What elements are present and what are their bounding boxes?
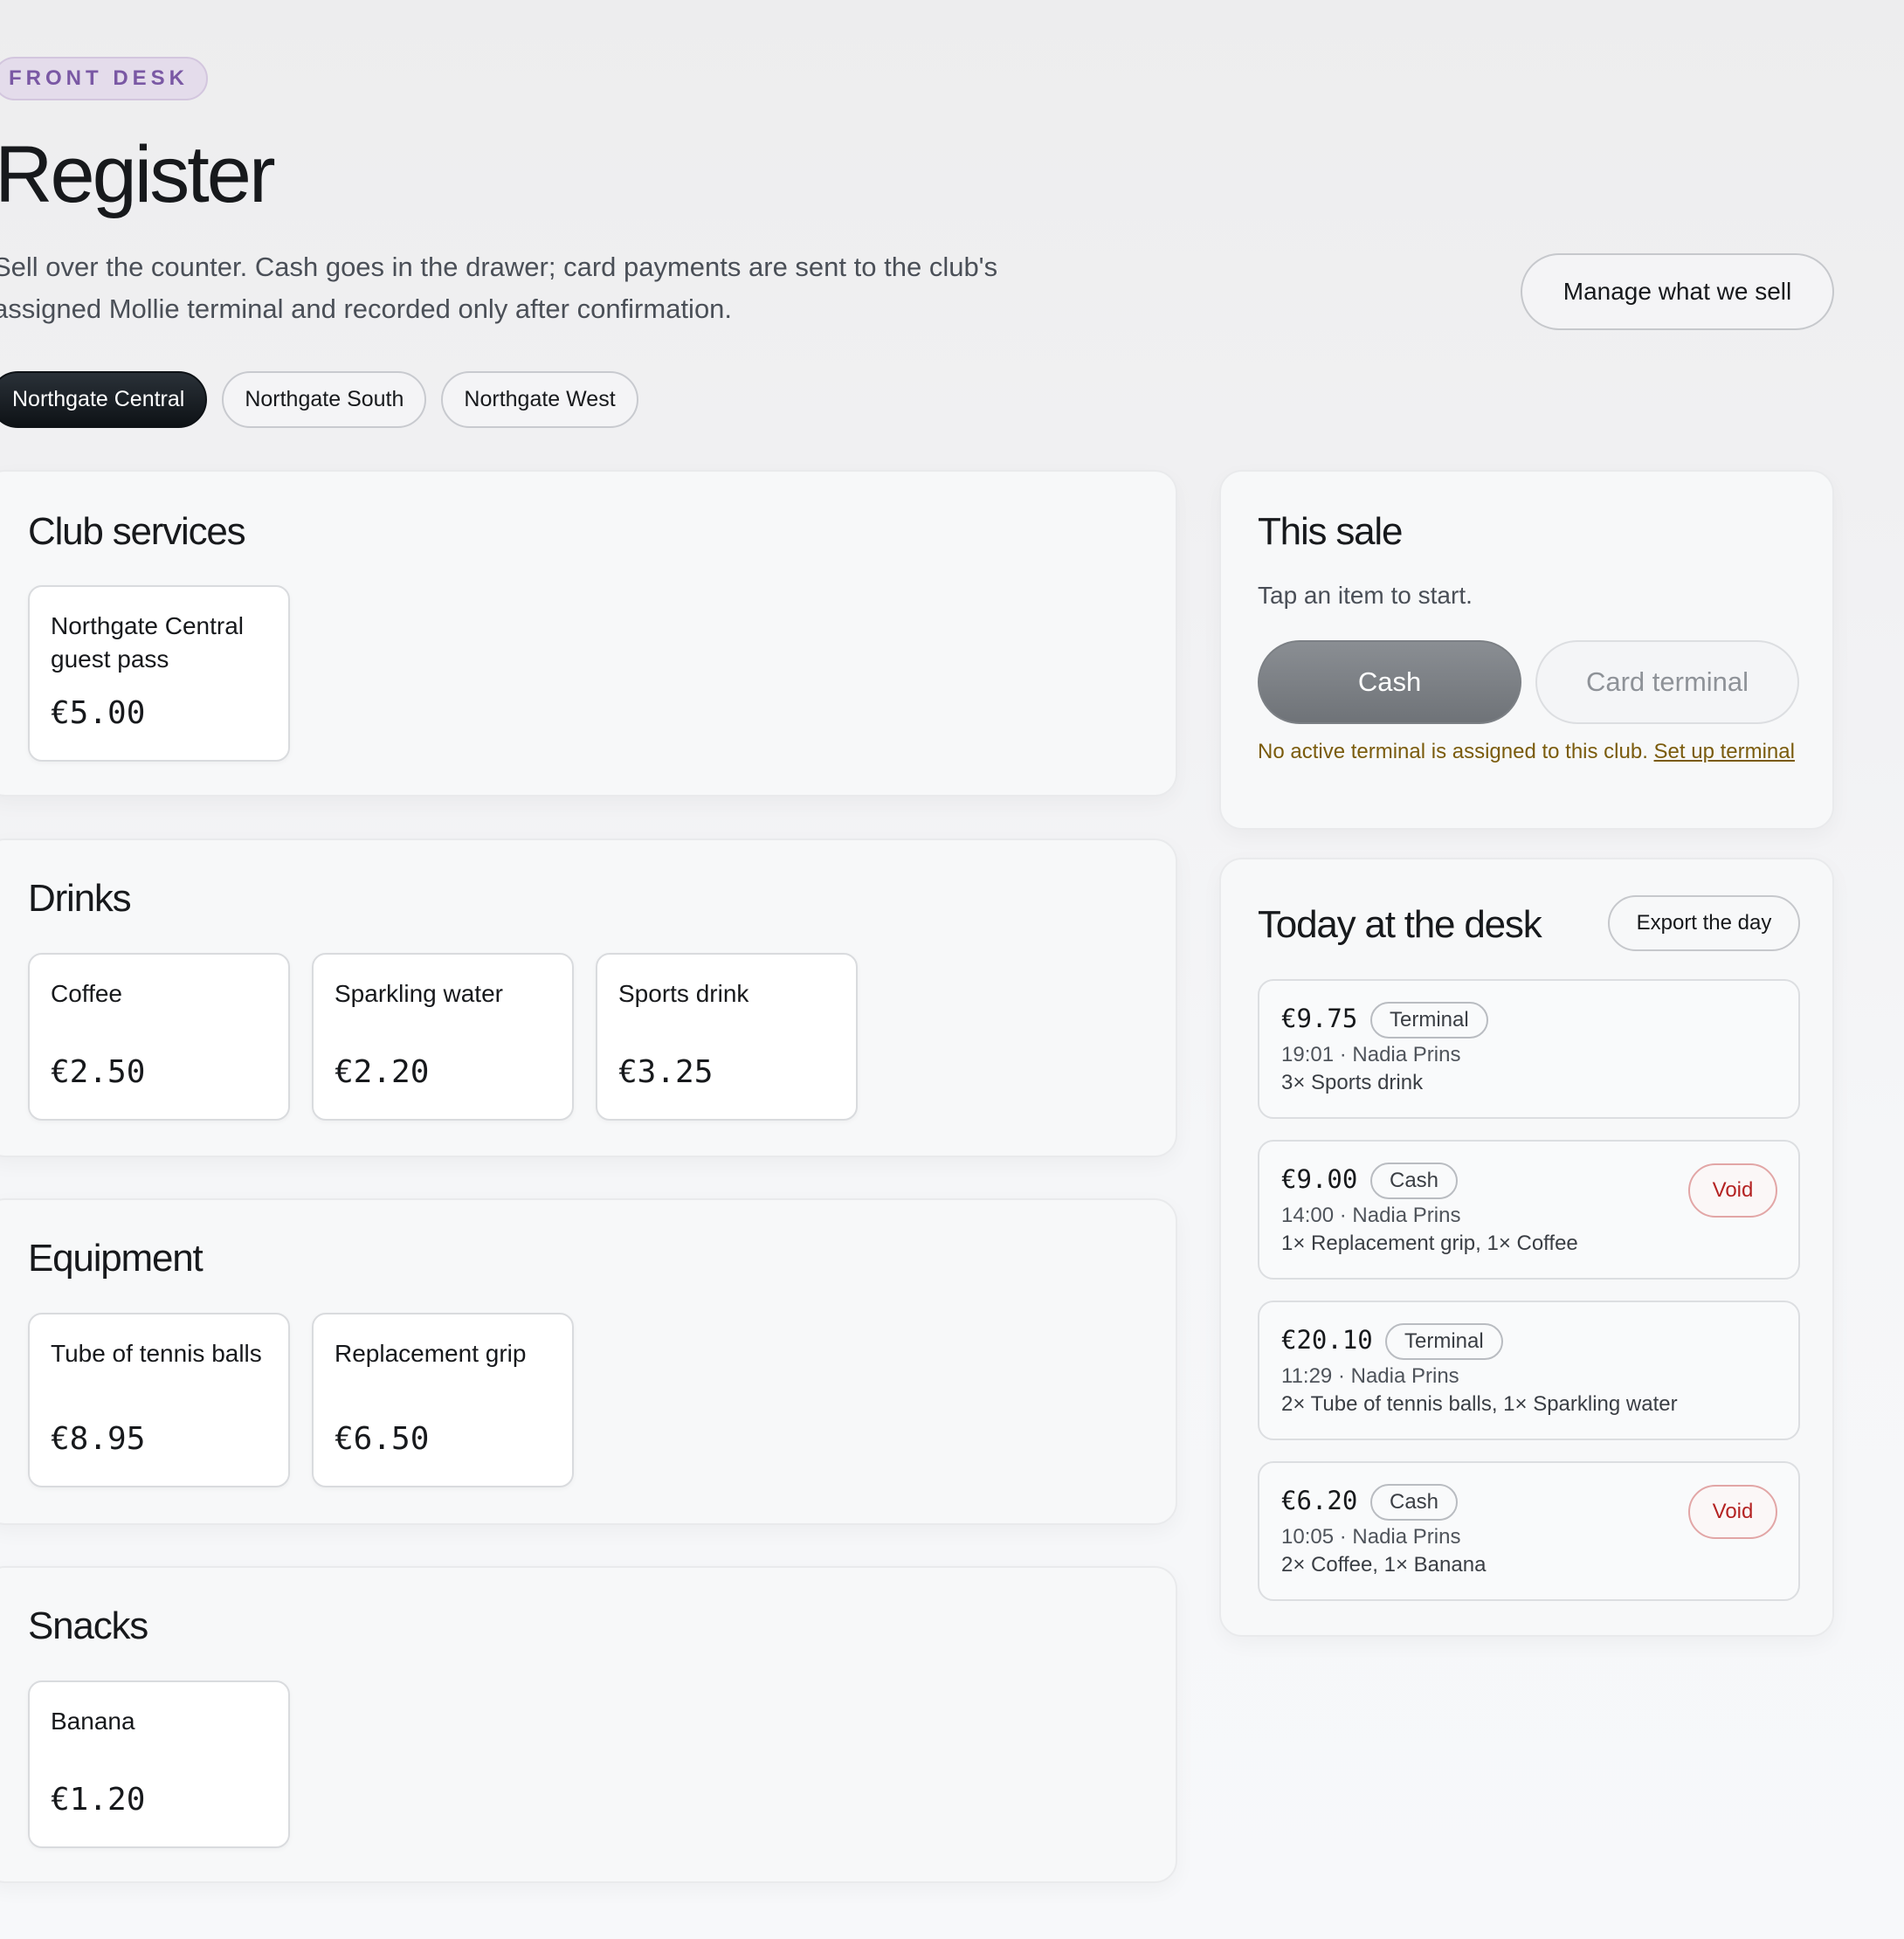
product-price: €8.95 — [51, 1421, 146, 1457]
product-card[interactable]: Northgate Central guest pass €5.00 — [28, 585, 290, 762]
catalog-section-club-services: Club services Northgate Central guest pa… — [0, 470, 1177, 797]
transaction-items: 2× Tube of tennis balls, 1× Sparkling wa… — [1281, 1392, 1678, 1416]
product-price: €2.50 — [51, 1054, 146, 1090]
section-title: Club services — [28, 510, 246, 553]
page-title: Register — [0, 130, 276, 219]
sale-empty-hint: Tap an item to start. — [1258, 582, 1473, 609]
pay-card-terminal-button[interactable]: Card terminal — [1535, 640, 1799, 724]
export-day-button[interactable]: Export the day — [1608, 895, 1800, 951]
transaction-meta: 14:00 · Nadia Prins — [1281, 1204, 1461, 1227]
payment-method-badge: Terminal — [1385, 1323, 1503, 1360]
transaction-amount: €6.20 — [1281, 1486, 1358, 1515]
setup-terminal-link[interactable]: Set up terminal — [1654, 740, 1795, 763]
transaction-amount: €9.00 — [1281, 1164, 1358, 1194]
product-price: €2.20 — [335, 1054, 430, 1090]
product-name: Sparkling water — [335, 980, 503, 1007]
section-title: Snacks — [28, 1604, 148, 1647]
catalog-section-drinks: Drinks Coffee €2.50 Sparkling water €2.2… — [0, 838, 1177, 1157]
transaction-items: 2× Coffee, 1× Banana — [1281, 1553, 1487, 1577]
club-tab-northgate-west[interactable]: Northgate West — [441, 371, 638, 428]
transaction-card: €9.00 Cash 14:00 · Nadia Prins 1× Replac… — [1258, 1140, 1800, 1280]
product-name: Banana — [51, 1708, 135, 1735]
product-price: €3.25 — [618, 1054, 714, 1090]
product-name: Sports drink — [618, 980, 749, 1007]
today-at-desk-panel: Today at the desk Export the day €9.75 T… — [1219, 858, 1834, 1637]
club-tab-northgate-central[interactable]: Northgate Central — [0, 371, 208, 428]
product-name: Replacement grip — [335, 1340, 527, 1367]
manage-products-button[interactable]: Manage what we sell — [1521, 253, 1834, 330]
transaction-meta: 19:01 · Nadia Prins — [1281, 1043, 1461, 1066]
product-card[interactable]: Banana €1.20 — [28, 1680, 290, 1848]
section-eyebrow-badge: FRONT DESK — [0, 57, 208, 100]
product-name: Tube of tennis balls — [51, 1340, 262, 1367]
club-selector: Northgate Central Northgate South Northg… — [0, 371, 638, 428]
product-name: Coffee — [51, 980, 122, 1007]
section-title: Drinks — [28, 877, 132, 920]
product-card[interactable]: Sports drink €3.25 — [596, 953, 858, 1121]
today-title: Today at the desk — [1258, 903, 1542, 946]
page-intro: Sell over the counter. Cash goes in the … — [0, 252, 998, 324]
current-sale-panel: This sale Tap an item to start. Cash Car… — [1219, 470, 1834, 830]
transaction-card: €9.75 Terminal 19:01 · Nadia Prins 3× Sp… — [1258, 979, 1800, 1119]
transaction-meta: 11:29 · Nadia Prins — [1281, 1364, 1459, 1388]
product-card[interactable]: Replacement grip €6.50 — [312, 1313, 574, 1487]
transaction-items: 3× Sports drink — [1281, 1071, 1424, 1094]
payment-method-badge: Cash — [1370, 1484, 1459, 1521]
void-transaction-button[interactable]: Void — [1688, 1485, 1777, 1539]
sale-title: This sale — [1258, 510, 1403, 553]
section-title: Equipment — [28, 1237, 204, 1280]
club-tab-northgate-south[interactable]: Northgate South — [222, 371, 427, 428]
transaction-items: 1× Replacement grip, 1× Coffee — [1281, 1232, 1578, 1255]
transaction-card: €20.10 Terminal 11:29 · Nadia Prins 2× T… — [1258, 1301, 1800, 1440]
product-price: €5.00 — [51, 695, 146, 731]
product-card[interactable]: Sparkling water €2.20 — [312, 953, 574, 1121]
product-card[interactable]: Coffee €2.50 — [28, 953, 290, 1121]
transaction-meta: 10:05 · Nadia Prins — [1281, 1525, 1461, 1549]
product-card[interactable]: Tube of tennis balls €8.95 — [28, 1313, 290, 1487]
transaction-card: €6.20 Cash 10:05 · Nadia Prins 2× Coffee… — [1258, 1461, 1800, 1601]
product-price: €6.50 — [335, 1421, 430, 1457]
catalog-section-snacks: Snacks Banana €1.20 — [0, 1566, 1177, 1883]
terminal-warning-text: No active terminal is assigned to this c… — [1258, 740, 1648, 763]
product-name: Northgate Central guest pass — [51, 612, 245, 673]
catalog-section-equipment: Equipment Tube of tennis balls €8.95 Rep… — [0, 1198, 1177, 1525]
product-price: €1.20 — [51, 1782, 146, 1818]
payment-method-badge: Cash — [1370, 1163, 1459, 1199]
terminal-warning: No active terminal is assigned to this c… — [1258, 737, 1799, 766]
pay-cash-button[interactable]: Cash — [1258, 640, 1521, 724]
payment-method-badge: Terminal — [1370, 1002, 1488, 1039]
void-transaction-button[interactable]: Void — [1688, 1163, 1777, 1218]
transaction-amount: €20.10 — [1281, 1325, 1373, 1355]
transaction-amount: €9.75 — [1281, 1004, 1358, 1033]
